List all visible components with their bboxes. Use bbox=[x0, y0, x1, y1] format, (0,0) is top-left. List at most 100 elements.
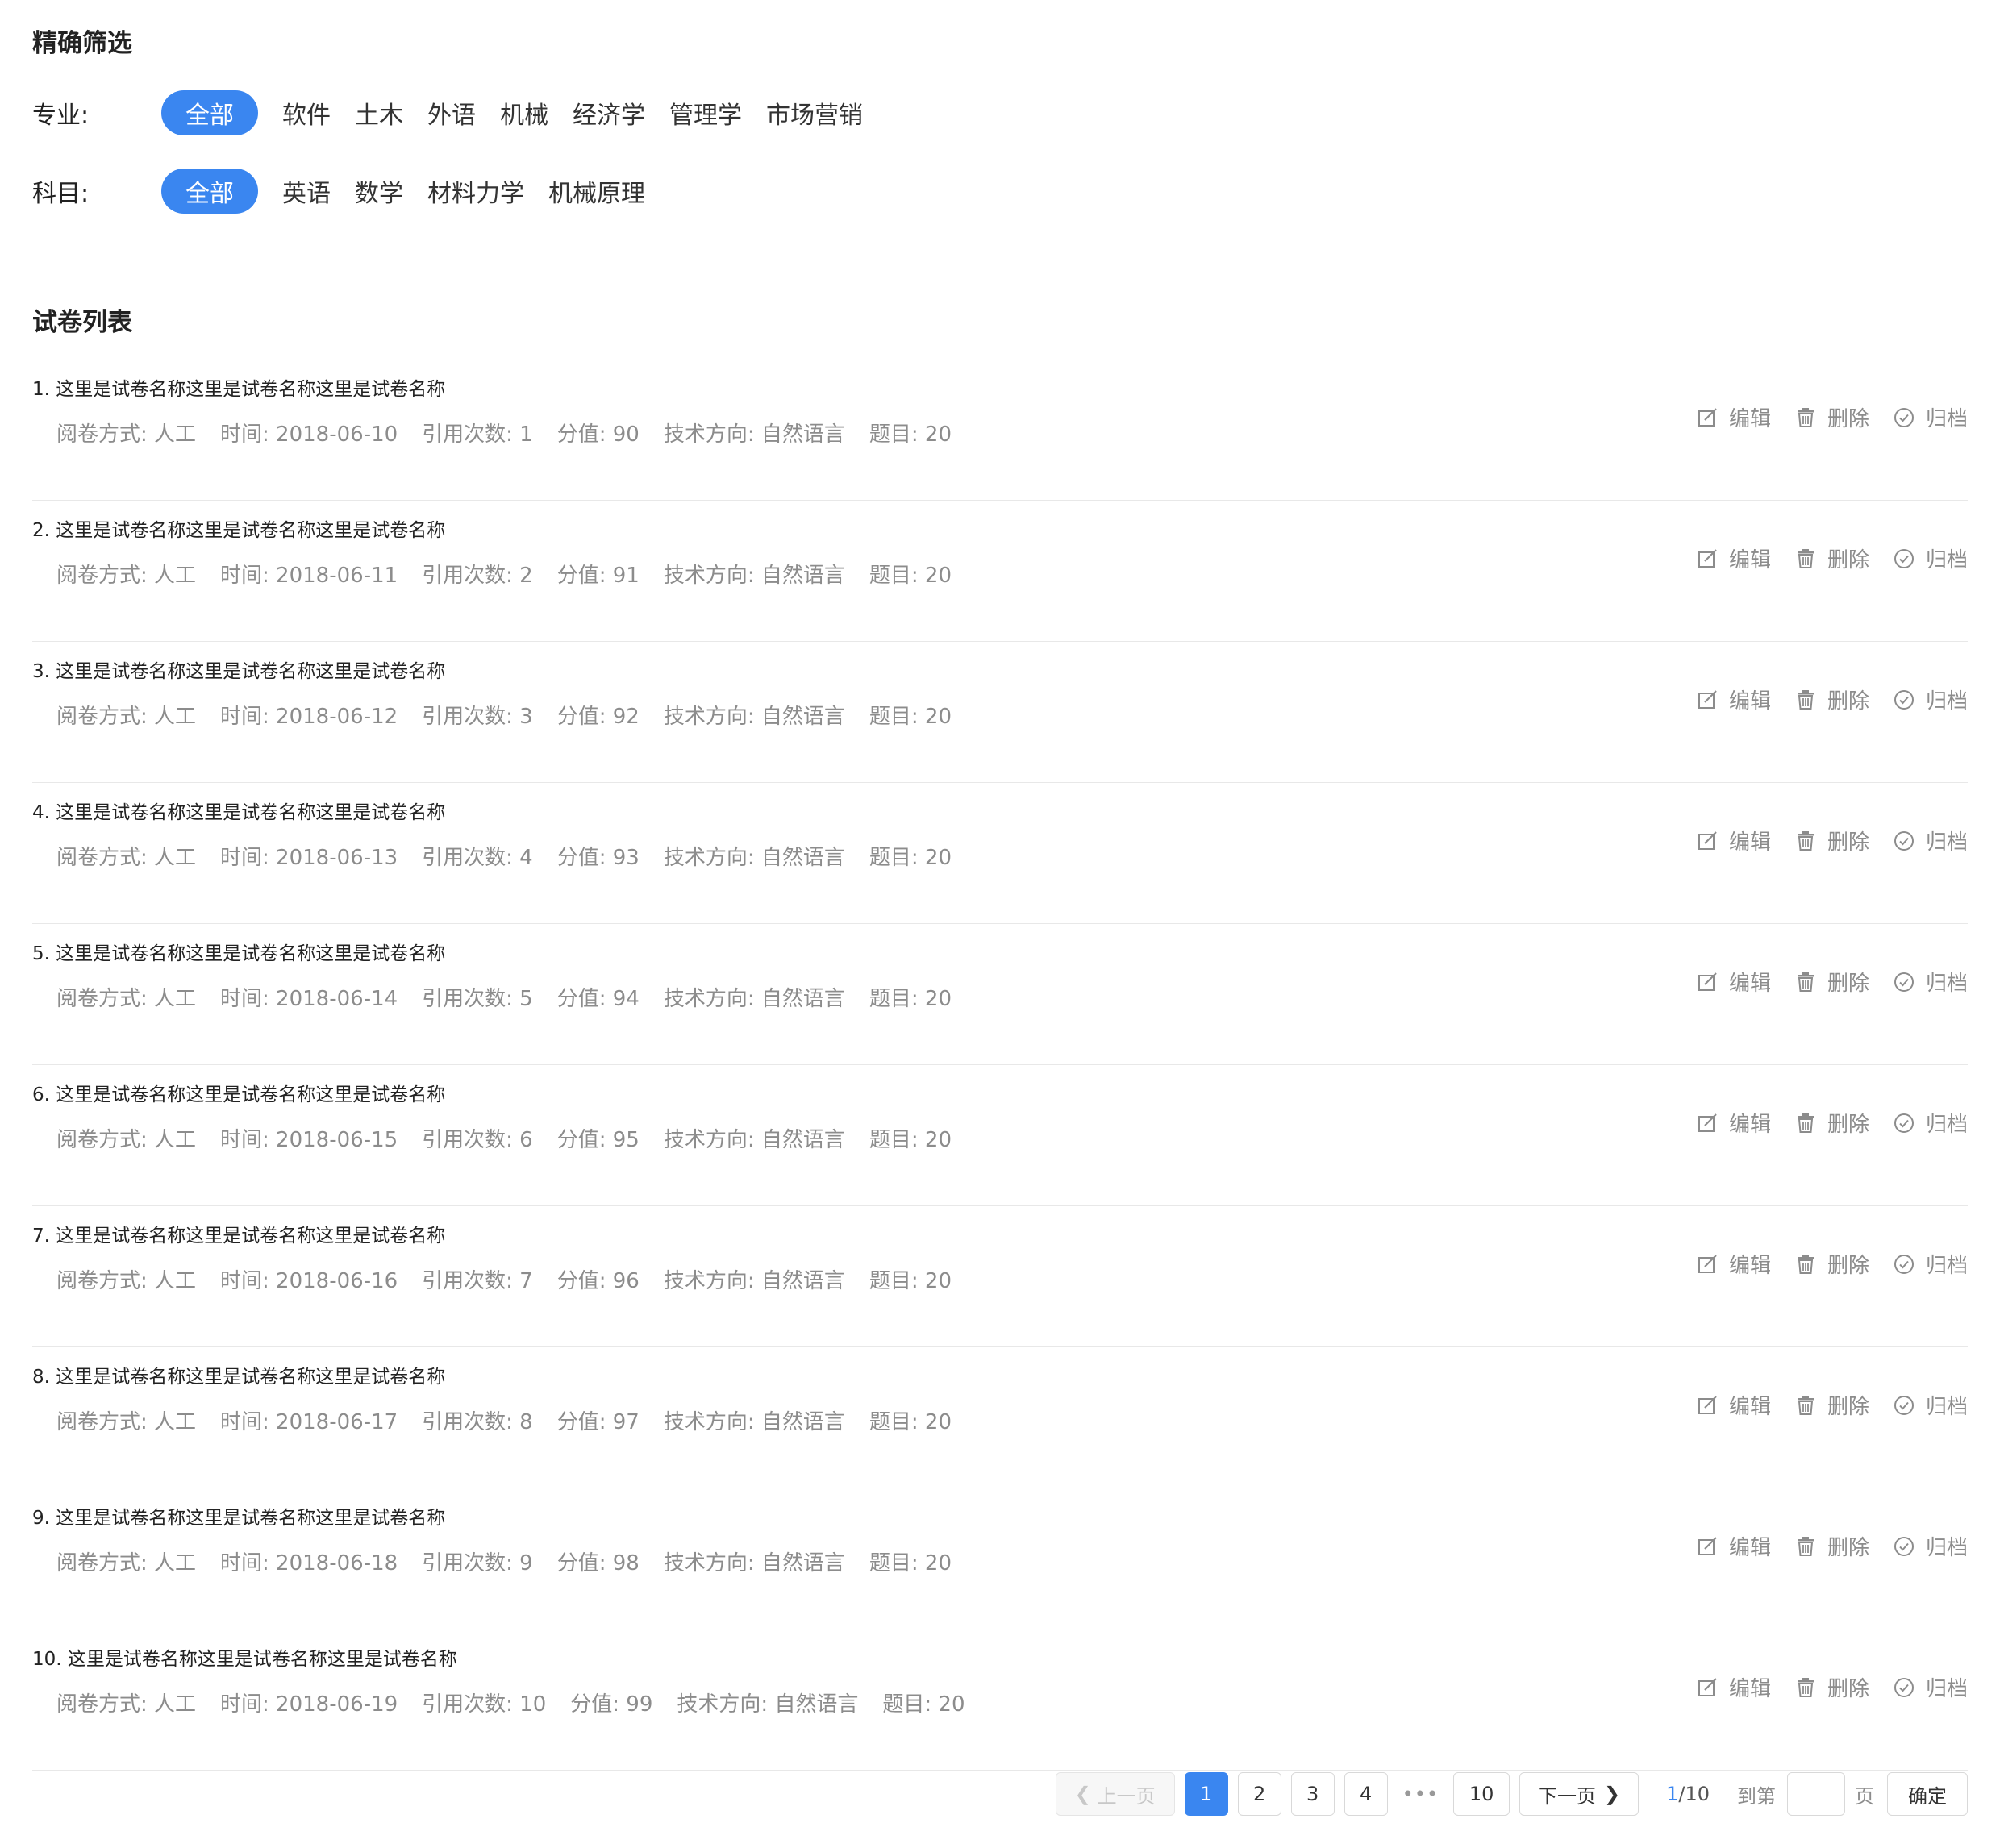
page-button-last[interactable]: 10 bbox=[1453, 1772, 1510, 1816]
question-count: 题目: 20 bbox=[869, 564, 952, 588]
paper-score: 分值: 92 bbox=[556, 705, 640, 729]
check-circle-icon bbox=[1894, 689, 1915, 710]
archive-button[interactable]: 归档 bbox=[1894, 685, 1968, 714]
subject-option-mechanism-principles[interactable]: 机械原理 bbox=[537, 169, 656, 214]
paper-date: 时间: 2018-06-11 bbox=[220, 564, 398, 588]
paper-actions: 编辑 删除 归档 bbox=[1673, 826, 1968, 855]
major-option-management[interactable]: 管理学 bbox=[658, 90, 753, 135]
delete-button[interactable]: 删除 bbox=[1795, 967, 1869, 997]
archive-button[interactable]: 归档 bbox=[1894, 1531, 1968, 1561]
paper-row: 2. 这里是试卷名称这里是试卷名称这里是试卷名称 阅卷方式: 人工 时间: 20… bbox=[32, 500, 1968, 642]
paper-row: 9. 这里是试卷名称这里是试卷名称这里是试卷名称 阅卷方式: 人工 时间: 20… bbox=[32, 1488, 1968, 1629]
archive-button[interactable]: 归档 bbox=[1894, 826, 1968, 855]
check-circle-icon bbox=[1894, 972, 1915, 993]
delete-button[interactable]: 删除 bbox=[1795, 685, 1869, 714]
subject-option-math[interactable]: 数学 bbox=[344, 169, 415, 214]
page-button-1[interactable]: 1 bbox=[1184, 1772, 1228, 1816]
next-page-button[interactable]: 下一页 ❯ bbox=[1519, 1772, 1640, 1816]
goto-label: 到第 bbox=[1737, 1784, 1776, 1808]
page-button-3[interactable]: 3 bbox=[1290, 1772, 1335, 1816]
tech-direction: 技术方向: 自然语言 bbox=[663, 846, 845, 870]
major-option-marketing[interactable]: 市场营销 bbox=[755, 90, 874, 135]
paper-title[interactable]: 4. 这里是试卷名称这里是试卷名称这里是试卷名称 bbox=[32, 800, 445, 826]
paper-title[interactable]: 1. 这里是试卷名称这里是试卷名称这里是试卷名称 bbox=[32, 377, 445, 402]
page-button-2[interactable]: 2 bbox=[1237, 1772, 1281, 1816]
archive-label: 归档 bbox=[1925, 689, 1968, 714]
paper-row: 1. 这里是试卷名称这里是试卷名称这里是试卷名称 阅卷方式: 人工 时间: 20… bbox=[32, 359, 1968, 501]
tech-direction: 技术方向: 自然语言 bbox=[663, 705, 845, 729]
delete-label: 删除 bbox=[1827, 830, 1869, 855]
trash-icon bbox=[1795, 1395, 1816, 1416]
edit-icon bbox=[1697, 1677, 1718, 1698]
major-option-mechanical[interactable]: 机械 bbox=[489, 90, 560, 135]
major-option-all[interactable]: 全部 bbox=[161, 90, 258, 135]
major-option-economics[interactable]: 经济学 bbox=[561, 90, 656, 135]
edit-label: 编辑 bbox=[1728, 972, 1771, 996]
edit-button[interactable]: 编辑 bbox=[1697, 826, 1771, 855]
archive-button[interactable]: 归档 bbox=[1894, 1672, 1968, 1702]
paper-title[interactable]: 9. 这里是试卷名称这里是试卷名称这里是试卷名称 bbox=[32, 1505, 445, 1531]
grading-method: 阅卷方式: 人工 bbox=[56, 1410, 197, 1434]
paper-meta: 阅卷方式: 人工 时间: 2018-06-12 引用次数: 3 分值: 92 技… bbox=[56, 702, 976, 731]
paper-title[interactable]: 2. 这里是试卷名称这里是试卷名称这里是试卷名称 bbox=[32, 518, 445, 543]
major-filter-label: 专业: bbox=[32, 102, 90, 130]
delete-button[interactable]: 删除 bbox=[1795, 826, 1869, 855]
archive-button[interactable]: 归档 bbox=[1894, 967, 1968, 997]
major-option-civil[interactable]: 土木 bbox=[344, 90, 415, 135]
reference-count: 引用次数: 1 bbox=[422, 422, 533, 447]
delete-button[interactable]: 删除 bbox=[1795, 402, 1869, 432]
edit-button[interactable]: 编辑 bbox=[1697, 1108, 1771, 1138]
subject-option-mechanics-of-materials[interactable]: 材料力学 bbox=[416, 169, 535, 214]
tech-direction: 技术方向: 自然语言 bbox=[663, 1128, 845, 1152]
delete-label: 删除 bbox=[1827, 1113, 1869, 1137]
page-button-4[interactable]: 4 bbox=[1344, 1772, 1388, 1816]
pagination: ❮ 上一页 1 2 3 4 ••• 10 下一页 ❯ 1/10 到第 页 确定 bbox=[1046, 1772, 1968, 1816]
archive-button[interactable]: 归档 bbox=[1894, 1390, 1968, 1420]
edit-button[interactable]: 编辑 bbox=[1697, 967, 1771, 997]
archive-button[interactable]: 归档 bbox=[1894, 402, 1968, 432]
paper-title[interactable]: 8. 这里是试卷名称这里是试卷名称这里是试卷名称 bbox=[32, 1364, 445, 1390]
paper-date: 时间: 2018-06-17 bbox=[220, 1410, 398, 1434]
paper-title[interactable]: 3. 这里是试卷名称这里是试卷名称这里是试卷名称 bbox=[32, 659, 445, 685]
subject-option-all[interactable]: 全部 bbox=[161, 169, 258, 214]
paper-title[interactable]: 5. 这里是试卷名称这里是试卷名称这里是试卷名称 bbox=[32, 941, 445, 967]
delete-button[interactable]: 删除 bbox=[1795, 543, 1869, 573]
edit-button[interactable]: 编辑 bbox=[1697, 1672, 1771, 1702]
paper-date: 时间: 2018-06-18 bbox=[220, 1551, 398, 1575]
archive-button[interactable]: 归档 bbox=[1894, 1108, 1968, 1138]
major-option-software[interactable]: 软件 bbox=[271, 90, 342, 135]
pagination-ellipsis[interactable]: ••• bbox=[1402, 1783, 1439, 1805]
delete-button[interactable]: 删除 bbox=[1795, 1108, 1869, 1138]
archive-label: 归档 bbox=[1925, 1677, 1968, 1701]
edit-button[interactable]: 编辑 bbox=[1697, 543, 1771, 573]
edit-button[interactable]: 编辑 bbox=[1697, 685, 1771, 714]
question-count: 题目: 20 bbox=[869, 1269, 952, 1293]
archive-label: 归档 bbox=[1925, 1254, 1968, 1278]
edit-button[interactable]: 编辑 bbox=[1697, 1531, 1771, 1561]
delete-label: 删除 bbox=[1827, 548, 1869, 572]
archive-button[interactable]: 归档 bbox=[1894, 1249, 1968, 1279]
page: { "filter": { "title": "精确筛选", "major": … bbox=[0, 0, 2000, 1848]
delete-button[interactable]: 删除 bbox=[1795, 1390, 1869, 1420]
edit-button[interactable]: 编辑 bbox=[1697, 1249, 1771, 1279]
delete-button[interactable]: 删除 bbox=[1795, 1531, 1869, 1561]
tech-direction: 技术方向: 自然语言 bbox=[663, 564, 845, 588]
delete-button[interactable]: 删除 bbox=[1795, 1672, 1869, 1702]
subject-option-english[interactable]: 英语 bbox=[271, 169, 342, 214]
paper-title[interactable]: 7. 这里是试卷名称这里是试卷名称这里是试卷名称 bbox=[32, 1223, 445, 1249]
edit-button[interactable]: 编辑 bbox=[1697, 402, 1771, 432]
trash-icon bbox=[1795, 407, 1816, 428]
delete-button[interactable]: 删除 bbox=[1795, 1249, 1869, 1279]
paper-title[interactable]: 10. 这里是试卷名称这里是试卷名称这里是试卷名称 bbox=[32, 1646, 457, 1672]
archive-button[interactable]: 归档 bbox=[1894, 543, 1968, 573]
prev-page-label: 上一页 bbox=[1097, 1784, 1156, 1808]
confirm-goto-button[interactable]: 确定 bbox=[1887, 1772, 1968, 1816]
delete-label: 删除 bbox=[1827, 972, 1869, 996]
paper-title[interactable]: 6. 这里是试卷名称这里是试卷名称这里是试卷名称 bbox=[32, 1082, 445, 1108]
edit-button[interactable]: 编辑 bbox=[1697, 1390, 1771, 1420]
prev-page-button[interactable]: ❮ 上一页 bbox=[1055, 1772, 1175, 1816]
question-count: 题目: 20 bbox=[869, 422, 952, 447]
goto-page-input[interactable] bbox=[1787, 1772, 1845, 1816]
major-option-foreign-language[interactable]: 外语 bbox=[416, 90, 487, 135]
edit-icon bbox=[1697, 1395, 1718, 1416]
